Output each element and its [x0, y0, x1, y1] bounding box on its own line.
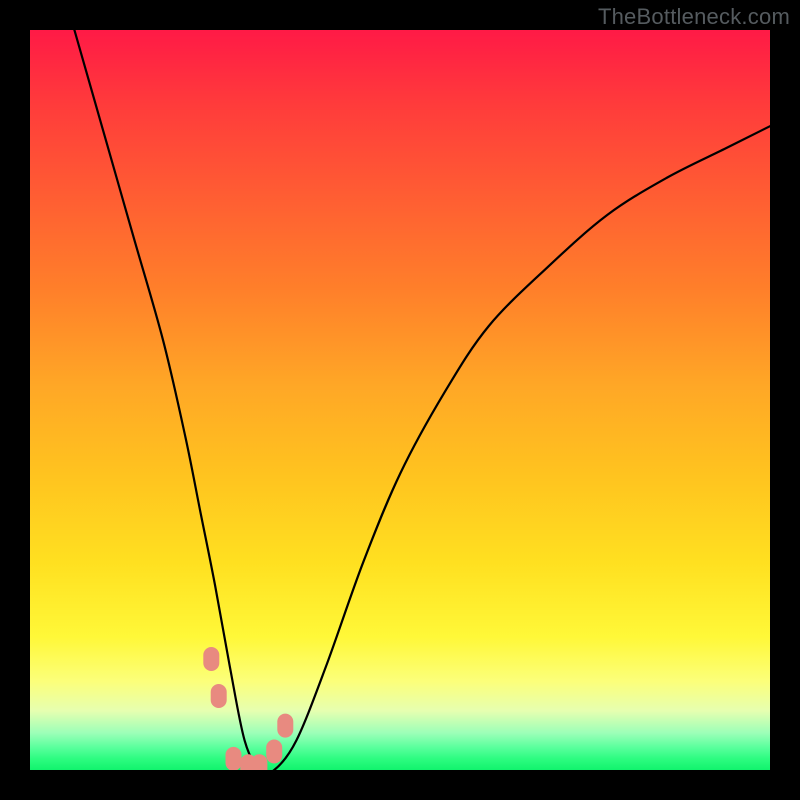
curve-svg [30, 30, 770, 770]
watermark-text: TheBottleneck.com [598, 4, 790, 30]
data-marker [251, 754, 267, 770]
data-marker [203, 647, 219, 671]
data-marker [266, 740, 282, 764]
data-marker [211, 684, 227, 708]
data-marker [277, 714, 293, 738]
data-marker [226, 747, 242, 770]
plot-area [30, 30, 770, 770]
bottleneck-curve [74, 30, 770, 770]
chart-frame: TheBottleneck.com [0, 0, 800, 800]
